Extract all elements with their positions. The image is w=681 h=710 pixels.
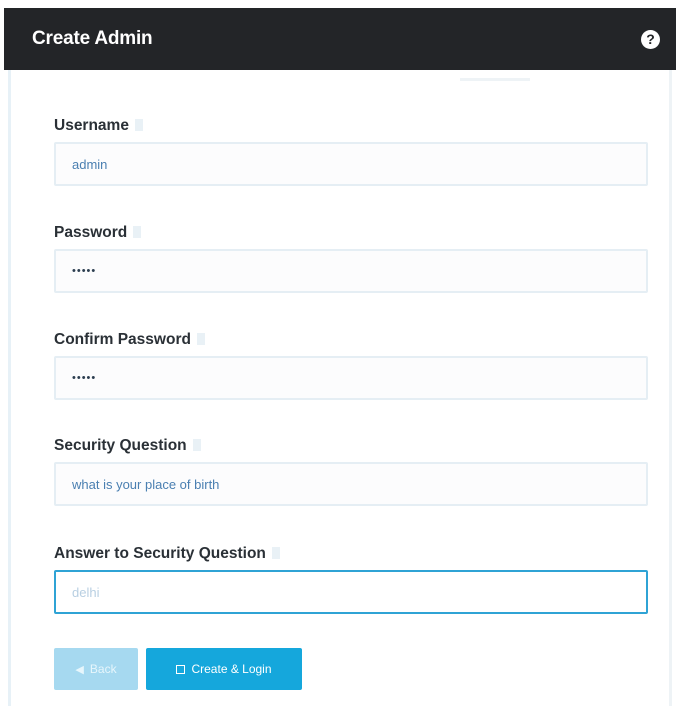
password-input[interactable] (54, 249, 648, 293)
info-icon (196, 333, 205, 345)
confirm-password-label: Confirm Password (54, 331, 205, 349)
back-button-label: Back (89, 662, 117, 676)
help-icon[interactable]: ? (641, 30, 660, 49)
password-label-text: Password (54, 224, 128, 241)
username-label: Username (54, 117, 143, 135)
info-icon (134, 119, 143, 131)
panel-header: Create Admin ? (4, 8, 676, 70)
confirm-password-label-text: Confirm Password (54, 331, 191, 348)
create-button-label: Create & Login (191, 662, 272, 676)
info-icon (271, 547, 280, 559)
page-title: Create Admin (32, 28, 153, 49)
username-input[interactable] (54, 142, 648, 186)
info-icon (133, 226, 142, 238)
security-question-label-text: Security Question (54, 437, 187, 454)
security-question-label: Security Question (54, 437, 201, 455)
username-label-text: Username (54, 117, 129, 134)
divider (460, 78, 530, 81)
back-button[interactable]: ◀ Back (54, 648, 138, 690)
save-icon (176, 664, 186, 674)
info-icon (192, 439, 201, 451)
password-label: Password (54, 224, 142, 242)
create-and-login-button[interactable]: Create & Login (146, 648, 302, 690)
security-question-input[interactable] (54, 462, 648, 506)
security-answer-label: Answer to Security Question (54, 545, 280, 563)
confirm-password-input[interactable] (54, 356, 648, 400)
back-arrow-icon: ◀ (75, 663, 84, 676)
security-answer-input[interactable] (54, 570, 648, 614)
security-answer-label-text: Answer to Security Question (54, 545, 266, 562)
